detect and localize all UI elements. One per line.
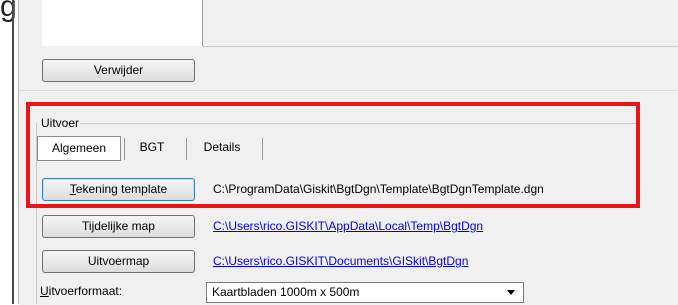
chevron-down-icon[interactable] — [507, 290, 515, 295]
item-list-box[interactable] — [42, 0, 203, 46]
temp-folder-button[interactable]: Tijdelijke map — [42, 215, 195, 238]
output-folder-button[interactable]: Uitvoermap — [42, 250, 195, 273]
list-separator — [203, 46, 678, 47]
window-edge-dark — [12, 0, 14, 304]
page-heading-fragment: g — [0, 0, 17, 23]
accelerator-key: U — [40, 284, 49, 298]
group-frame-top — [80, 123, 640, 124]
output-format-dropdown[interactable]: Kaartbladen 1000m x 500m — [206, 282, 524, 303]
tab-divider — [262, 138, 263, 160]
output-format-label: Uitvoerformaat: — [40, 284, 122, 298]
temp-folder-link[interactable]: C:\Users\rico.GISKIT\AppData\Local\Temp\… — [213, 219, 483, 233]
dropdown-value: Kaartbladen 1000m x 500m — [212, 285, 360, 299]
button-label: ekening template — [75, 182, 168, 196]
tab-divider — [186, 138, 187, 160]
tab-bgt[interactable]: BGT — [126, 136, 178, 161]
output-folder-link[interactable]: C:\Users\rico.GISKIT\Documents\GISkit\Bg… — [213, 254, 468, 268]
output-group-label: Uitvoer — [41, 116, 80, 130]
tab-details[interactable]: Details — [188, 136, 256, 161]
tab-divider — [124, 138, 125, 160]
remove-button[interactable]: Verwijder — [42, 59, 195, 82]
tab-algemeen[interactable]: Algemeen — [37, 136, 121, 161]
template-button[interactable]: Tekening template — [42, 178, 195, 201]
template-path: C:\ProgramData\Giskit\BgtDgn\Template\Bg… — [213, 182, 544, 196]
label-text: itvoerformaat: — [48, 284, 123, 298]
